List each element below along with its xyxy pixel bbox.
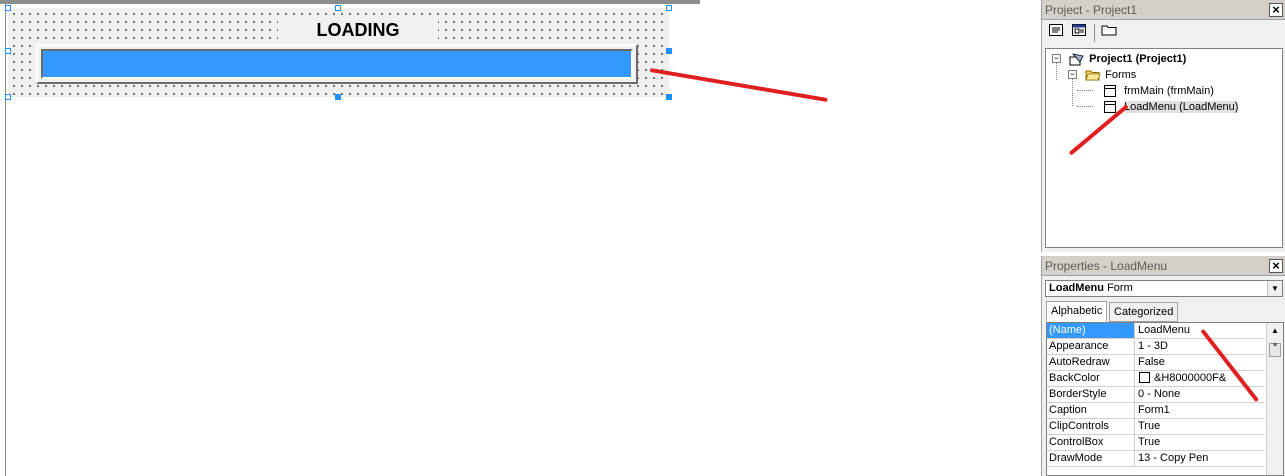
close-icon[interactable]: ×	[1269, 259, 1283, 273]
tab-categorized[interactable]: Categorized	[1109, 302, 1179, 322]
project-icon	[1069, 53, 1084, 66]
annotation-stroke-tree	[1068, 104, 1129, 156]
tree-connector	[1072, 79, 1073, 106]
project-pane-title: Project - Project1	[1045, 3, 1138, 17]
designer-left-border	[5, 4, 6, 476]
tree-connector	[1077, 106, 1093, 107]
property-value[interactable]: Form1	[1136, 403, 1265, 418]
scroll-up-icon[interactable]: ▲	[1267, 323, 1283, 339]
property-value-text: &H8000000F&	[1154, 372, 1227, 384]
designer-top-border	[0, 0, 700, 4]
tree-label-loadmenu: LoadMenu (LoadMenu)	[1124, 101, 1239, 113]
tab-alphabetic[interactable]: Alphabetic	[1046, 301, 1108, 322]
scroll-thumb[interactable]: ≡	[1269, 342, 1281, 357]
progress-bar-frame[interactable]	[36, 44, 638, 84]
progress-bar-track	[41, 49, 633, 79]
tree-item-frmmain[interactable]: frmMain (frmMain)	[1104, 83, 1214, 99]
annotation-stroke-progress	[649, 68, 828, 102]
resize-handle-top-center[interactable]	[335, 5, 341, 11]
close-icon[interactable]: ×	[1269, 3, 1283, 17]
properties-scrollbar[interactable]: ▲ ≡	[1266, 323, 1283, 475]
property-name: BorderStyle	[1047, 387, 1135, 402]
property-value[interactable]: 1 - 3D	[1136, 339, 1265, 354]
property-name: Caption	[1047, 403, 1135, 418]
toolbar-separator	[1094, 24, 1095, 42]
toggle-folders-icon[interactable]	[1099, 23, 1119, 41]
property-value[interactable]: True	[1136, 435, 1265, 450]
object-type: Form	[1107, 282, 1133, 294]
collapse-toggle-icon[interactable]: −	[1052, 54, 1061, 63]
form-title-label[interactable]: LOADING	[278, 19, 438, 41]
resize-handle-bottom-right[interactable]	[666, 94, 672, 100]
property-value[interactable]: 13 - Copy Pen	[1136, 451, 1265, 466]
resize-handle-top-right[interactable]	[666, 5, 672, 11]
property-name: DrawMode	[1047, 451, 1135, 466]
property-name: AutoRedraw	[1047, 355, 1135, 370]
property-name: (Name)	[1047, 323, 1135, 338]
resize-handle-middle-left[interactable]	[5, 48, 11, 54]
project-toolbar	[1042, 20, 1285, 44]
view-object-icon[interactable]	[1069, 23, 1089, 41]
tree-connector	[1077, 90, 1093, 91]
object-selector-dropdown[interactable]: LoadMenu Form ▼	[1045, 280, 1283, 297]
property-value[interactable]: False	[1136, 355, 1265, 370]
properties-pane-title: Properties - LoadMenu	[1045, 259, 1168, 273]
property-row[interactable]: ControlBox True	[1047, 435, 1265, 451]
progress-bar-fill	[43, 51, 631, 77]
chevron-down-icon[interactable]: ▼	[1267, 281, 1282, 296]
resize-handle-bottom-left[interactable]	[5, 94, 11, 100]
resize-handle-bottom-center[interactable]	[335, 94, 341, 100]
property-name: Appearance	[1047, 339, 1135, 354]
project-pane-titlebar: Project - Project1 ×	[1042, 0, 1285, 20]
property-name: ControlBox	[1047, 435, 1135, 450]
project-explorer-pane: Project - Project1 × − Project1 (Project…	[1041, 0, 1285, 252]
property-grid: (Name) LoadMenu Appearance 1 - 3D AutoRedraw…	[1046, 322, 1284, 476]
tree-item-project[interactable]: − Project1 (Project1)	[1051, 51, 1186, 67]
property-row[interactable]: Appearance 1 - 3D	[1047, 339, 1265, 355]
color-swatch-icon	[1139, 372, 1150, 384]
project-tree-view[interactable]: − Project1 (Project1) − Forms frmMain (f…	[1045, 48, 1283, 248]
form-designer: LOADING	[0, 0, 1035, 476]
form-canvas-loadmenu[interactable]: LOADING	[8, 8, 669, 97]
property-row[interactable]: BorderStyle 0 - None	[1047, 387, 1265, 403]
tree-label-frmmain: frmMain (frmMain)	[1124, 85, 1214, 97]
property-row[interactable]: BackColor &H8000000F&	[1047, 371, 1265, 387]
collapse-toggle-icon[interactable]: −	[1068, 70, 1077, 79]
property-row[interactable]: ClipControls True	[1047, 419, 1265, 435]
property-row[interactable]: (Name) LoadMenu	[1047, 323, 1265, 339]
tree-label-forms: Forms	[1105, 69, 1137, 81]
property-name: ClipControls	[1047, 419, 1135, 434]
properties-pane-titlebar: Properties - LoadMenu ×	[1042, 256, 1285, 276]
properties-pane: Properties - LoadMenu × LoadMenu Form ▼ …	[1041, 256, 1285, 476]
property-value[interactable]: True	[1136, 419, 1265, 434]
resize-handle-middle-right[interactable]	[666, 48, 672, 54]
property-row[interactable]: Caption Form1	[1047, 403, 1265, 419]
property-row[interactable]: DrawMode 13 - Copy Pen	[1047, 451, 1265, 467]
property-name: BackColor	[1047, 371, 1135, 386]
form-icon	[1104, 85, 1118, 98]
tree-item-forms-folder[interactable]: − Forms	[1067, 67, 1136, 83]
tree-label-project: Project1 (Project1)	[1089, 53, 1187, 65]
object-name: LoadMenu	[1049, 282, 1104, 294]
resize-handle-top-left[interactable]	[5, 5, 11, 11]
view-code-icon[interactable]	[1046, 23, 1066, 41]
folder-open-icon	[1085, 69, 1101, 81]
